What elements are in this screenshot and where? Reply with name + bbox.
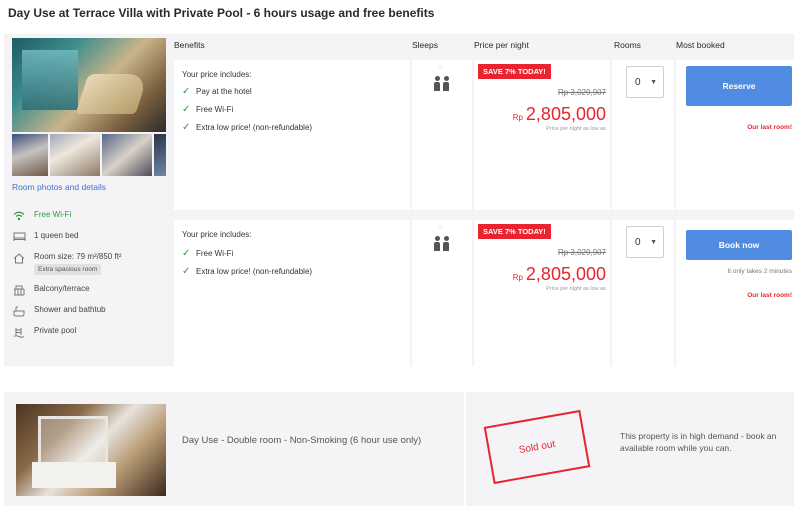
rooms-select[interactable]: 0 ▼: [626, 226, 664, 258]
facility-shower: Shower and bathtub: [12, 305, 168, 317]
sold-out-room-name: Day Use - Double room - Non-Smoking (6 h…: [182, 435, 422, 446]
room-thumbnail[interactable]: [12, 134, 48, 176]
room-option-1: Your price includes: ✓ Pay at the hotel ✓…: [174, 60, 794, 210]
current-price: Rp 2,805,000: [512, 104, 606, 124]
house-icon: [12, 252, 26, 264]
chevron-down-icon: ▼: [650, 78, 657, 86]
room-thumbnail[interactable]: [50, 134, 100, 176]
page-title: Day Use at Terrace Villa with Private Po…: [8, 6, 435, 20]
price-cell: SAVE 7% TODAY! Rp 3,029,907 Rp 2,805,000 …: [474, 220, 610, 366]
divider: [464, 392, 466, 506]
high-demand-message: This property is in high demand - book a…: [620, 431, 777, 454]
facility-room-size: Room size: 79 m²/850 ft² Extra spacious …: [12, 252, 168, 275]
sleeps-cell: ◌: [412, 220, 472, 366]
check-icon: ✓: [182, 248, 191, 259]
check-icon: ✓: [182, 266, 191, 277]
room-thumbnail[interactable]: [102, 134, 152, 176]
check-icon: ✓: [182, 104, 191, 115]
benefits-cell: Your price includes: ✓ Pay at the hotel ✓…: [174, 60, 410, 210]
check-icon: ✓: [182, 86, 191, 97]
save-badge: SAVE 7% TODAY!: [478, 224, 551, 239]
booking-cell: Reserve Our last room!: [676, 60, 794, 210]
sold-out-room-photo: [16, 404, 166, 496]
header-benefits: Benefits: [174, 40, 205, 50]
price-note: Price per night as low as: [546, 286, 606, 292]
photo-chair-detail: [75, 74, 149, 114]
benefit-item: ✓ Free Wi-Fi: [182, 104, 234, 115]
original-price: Rp 3,029,907: [557, 88, 606, 97]
balcony-icon: [12, 284, 26, 296]
rooms-select[interactable]: 0 ▼: [626, 66, 664, 98]
original-price: Rp 3,029,907: [557, 248, 606, 257]
booking-cell: Book now It only takes 2 minutes Our las…: [676, 220, 794, 366]
wifi-icon: [12, 210, 26, 222]
room-option-2: Your price includes: ✓ Free Wi-Fi ✓ Extra …: [174, 220, 794, 366]
benefit-item: ✓ Pay at the hotel: [182, 86, 252, 97]
header-most-booked: Most booked: [676, 40, 725, 50]
photo-bed-detail: [32, 462, 116, 488]
header-rooms: Rooms: [614, 40, 641, 50]
child-icon: ◌: [438, 224, 443, 231]
facility-pool: Private pool: [12, 326, 168, 338]
facility-bed: 1 queen bed: [12, 231, 168, 243]
sleeps-cell: ◌: [412, 60, 472, 210]
rooms-cell: 0 ▼: [612, 220, 674, 366]
benefits-cell: Your price includes: ✓ Free Wi-Fi ✓ Extra …: [174, 220, 410, 366]
room-card: Room photos and details Free Wi-Fi 1 que…: [4, 34, 794, 366]
room-photos-link[interactable]: Room photos and details: [12, 182, 106, 192]
header-sleeps: Sleeps: [412, 40, 438, 50]
benefit-item: ✓ Extra low price! (non-refundable): [182, 266, 313, 277]
pool-icon: [12, 326, 26, 338]
shower-icon: [12, 305, 26, 317]
booking-time-note: It only takes 2 minutes: [727, 268, 792, 275]
sold-out-room-card: Day Use - Double room - Non-Smoking (6 h…: [4, 392, 794, 506]
current-price: Rp 2,805,000: [512, 264, 606, 284]
last-room-note: Our last room!: [747, 292, 792, 299]
facility-balcony: Balcony/terrace: [12, 284, 168, 296]
sold-out-stamp: Sold out: [483, 409, 591, 485]
bed-icon: [12, 231, 26, 243]
last-room-note: Our last room!: [747, 124, 792, 131]
price-note: Price per night as low as: [546, 126, 606, 132]
benefit-item: ✓ Free Wi-Fi: [182, 248, 234, 259]
room-photo-thumbnails: [12, 134, 166, 176]
benefit-item: ✓ Extra low price! (non-refundable): [182, 122, 313, 133]
save-badge: SAVE 7% TODAY!: [478, 64, 551, 79]
reserve-button[interactable]: Reserve: [686, 66, 792, 106]
header-price: Price per night: [474, 40, 529, 50]
price-cell: SAVE 7% TODAY! Rp 3,029,907 Rp 2,805,000 …: [474, 60, 610, 210]
room-main-photo[interactable]: [12, 38, 166, 132]
chevron-down-icon: ▼: [650, 238, 657, 246]
room-info-column: Room photos and details Free Wi-Fi 1 que…: [8, 34, 168, 366]
child-icon: ◌: [438, 64, 443, 71]
check-icon: ✓: [182, 122, 191, 133]
rooms-cell: 0 ▼: [612, 60, 674, 210]
book-now-button[interactable]: Book now: [686, 230, 792, 260]
photo-window-detail: [22, 50, 78, 110]
facility-wifi: Free Wi-Fi: [12, 210, 168, 222]
room-thumbnail[interactable]: [154, 134, 166, 176]
size-badge: Extra spacious room: [34, 264, 102, 275]
room-facilities: Free Wi-Fi 1 queen bed Room size: 79 m²/…: [12, 210, 168, 347]
